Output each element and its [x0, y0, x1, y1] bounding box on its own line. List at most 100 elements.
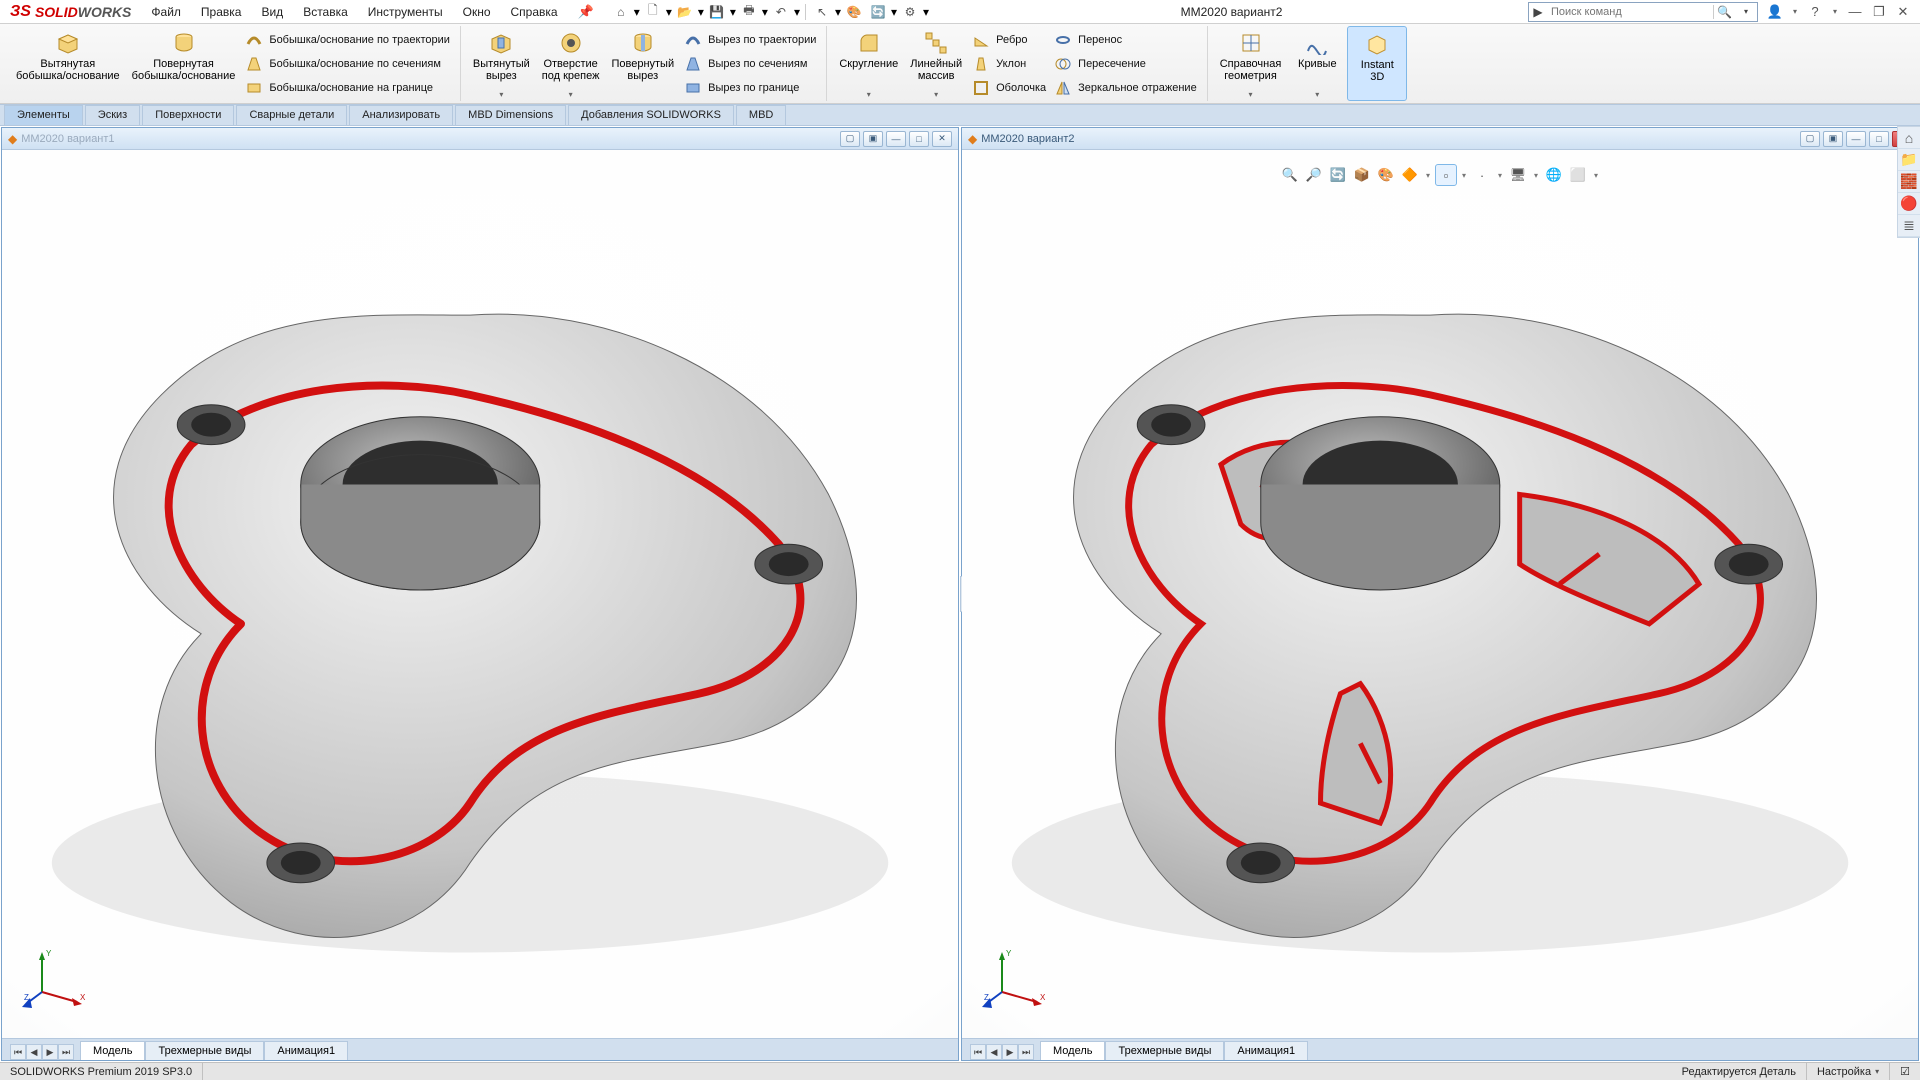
qa-save-arr[interactable]: ▾ [730, 5, 736, 19]
qa-rebuild-arr[interactable]: ▾ [891, 5, 897, 19]
cmtab-evaluate[interactable]: Анализировать [349, 105, 453, 125]
cmtab-mbddim[interactable]: MBD Dimensions [455, 105, 566, 125]
viewport-2[interactable]: 🔍 🔎 🔄 📦 🎨 🔶▾ ▫▾ ·▾ 🖥▾ 🌐 ⬜▾ [962, 150, 1918, 1038]
qa-undo-icon[interactable]: ↶ [770, 2, 792, 22]
dd[interactable]: ▾ [499, 90, 503, 99]
user-icon[interactable]: 👤 [1766, 3, 1784, 21]
taskpane-custom-icon[interactable]: ≣ [1898, 215, 1920, 237]
draft-button[interactable]: Уклон [972, 55, 1046, 73]
lofted-boss-button[interactable]: Бобышка/основание по сечениям [245, 55, 450, 73]
menu-insert[interactable]: Вставка [293, 2, 358, 22]
pane1-min[interactable]: — [886, 131, 906, 147]
command-search-input[interactable] [1547, 3, 1713, 21]
first[interactable]: ⏮ [10, 1044, 26, 1060]
qa-print-icon[interactable]: 🖶 [738, 2, 760, 22]
cmtab-elements[interactable]: Элементы [4, 105, 83, 125]
viewport-1[interactable]: YXZ [2, 150, 958, 1038]
qa-options-arr[interactable]: ▾ [923, 5, 929, 19]
pane1-titlebar[interactable]: ◆ ММ2020 вариант1 ▢ ▣ — □ ✕ [2, 128, 958, 150]
qa-home-icon[interactable]: ⌂ [610, 2, 632, 22]
close-button[interactable]: ✕ [1894, 3, 1912, 21]
dd[interactable]: ▾ [867, 90, 871, 99]
ltab-anim[interactable]: Анимация1 [1224, 1041, 1308, 1060]
pane2-btn-a[interactable]: ▢ [1800, 131, 1820, 147]
lofted-cut-button[interactable]: Вырез по сечениям [684, 55, 816, 73]
cmtab-surfaces[interactable]: Поверхности [142, 105, 234, 125]
curves-button[interactable]: Кривые ▾ [1287, 26, 1347, 101]
extruded-cut-button[interactable]: Вытянутыйвырез ▾ [467, 26, 536, 101]
help-dd[interactable]: ▾ [1830, 3, 1840, 21]
cmtab-sketch[interactable]: Эскиз [85, 105, 140, 125]
menu-help[interactable]: Справка [501, 2, 568, 22]
taskpane-home-icon[interactable]: ⌂ [1898, 127, 1920, 149]
minimize-button[interactable]: — [1846, 3, 1864, 21]
qa-home-arr[interactable]: ▾ [634, 5, 640, 19]
qa-options-icon[interactable]: ⚙ [899, 2, 921, 22]
cmtab-addins[interactable]: Добавления SOLIDWORKS [568, 105, 734, 125]
qa-print-arr[interactable]: ▾ [762, 5, 768, 19]
taskpane-palette-icon[interactable]: 🧱 [1898, 171, 1920, 193]
user-dd[interactable]: ▾ [1790, 3, 1800, 21]
cmtab-weldments[interactable]: Сварные детали [236, 105, 347, 125]
pane2-titlebar[interactable]: ◆ ММ2020 вариант2 ▢ ▣ — □ ✕ [962, 128, 1918, 150]
qa-undo-arr[interactable]: ▾ [794, 5, 800, 19]
dd[interactable]: ▾ [1248, 90, 1252, 99]
revolved-boss-button[interactable]: Повернутаябобышка/основание [126, 26, 242, 101]
first[interactable]: ⏮ [970, 1044, 986, 1060]
pane2-min[interactable]: — [1846, 131, 1866, 147]
help-icon[interactable]: ? [1806, 3, 1824, 21]
ltab-model[interactable]: Модель [80, 1041, 145, 1060]
search-icon[interactable]: 🔍 [1713, 5, 1735, 19]
fillet-button[interactable]: Скругление ▾ [833, 26, 904, 101]
qa-new-arr[interactable]: ▾ [666, 5, 672, 19]
swept-cut-button[interactable]: Вырез по траектории [684, 31, 816, 49]
taskpane-appearances-icon[interactable]: 🔴 [1898, 193, 1920, 215]
menu-view[interactable]: Вид [251, 2, 293, 22]
pin-toolbar-icon[interactable]: 📌 [568, 4, 604, 20]
taskpane-resources-icon[interactable]: 📁 [1898, 149, 1920, 171]
qa-save-icon[interactable]: 💾 [706, 2, 728, 22]
wrap-button[interactable]: Перенос [1054, 31, 1197, 49]
pane1-btn-a[interactable]: ▢ [840, 131, 860, 147]
status-tray-icon[interactable]: ☑ [1890, 1063, 1920, 1080]
menu-tools[interactable]: Инструменты [358, 2, 453, 22]
pane1-max[interactable]: □ [909, 131, 929, 147]
last[interactable]: ⏭ [1018, 1044, 1034, 1060]
boundary-boss-button[interactable]: Бобышка/основание на границе [245, 79, 450, 97]
search-dd[interactable]: ▾ [1735, 7, 1757, 16]
qa-select-icon[interactable]: ↖ [811, 2, 833, 22]
pane1-close[interactable]: ✕ [932, 131, 952, 147]
qa-open-arr[interactable]: ▾ [698, 5, 704, 19]
last[interactable]: ⏭ [58, 1044, 74, 1060]
status-custom[interactable]: Настройка▾ [1807, 1063, 1890, 1080]
pane1-btn-b[interactable]: ▣ [863, 131, 883, 147]
qa-open-icon[interactable]: 📂 [674, 2, 696, 22]
qa-select-arr[interactable]: ▾ [835, 5, 841, 19]
hole-wizard-button[interactable]: Отверстиепод крепеж ▾ [536, 26, 606, 101]
boundary-cut-button[interactable]: Вырез по границе [684, 79, 816, 97]
dd[interactable]: ▾ [1315, 90, 1319, 99]
dd[interactable]: ▾ [569, 90, 573, 99]
shell-button[interactable]: Оболочка [972, 79, 1046, 97]
pane2-btn-b[interactable]: ▣ [1823, 131, 1843, 147]
command-search[interactable]: ▶ 🔍 ▾ [1528, 2, 1758, 22]
rib-button[interactable]: Ребро [972, 31, 1046, 49]
mirror-button[interactable]: Зеркальное отражение [1054, 79, 1197, 97]
dd[interactable]: ▾ [934, 90, 938, 99]
ltab-model[interactable]: Модель [1040, 1041, 1105, 1060]
ltab-anim[interactable]: Анимация1 [264, 1041, 348, 1060]
ltab-3dviews[interactable]: Трехмерные виды [145, 1041, 264, 1060]
linear-pattern-button[interactable]: Линейныймассив ▾ [904, 26, 968, 101]
qa-colorize-icon[interactable]: 🎨 [843, 2, 865, 22]
swept-boss-button[interactable]: Бобышка/основание по траектории [245, 31, 450, 49]
instant3d-button[interactable]: Instant3D [1347, 26, 1407, 101]
prev[interactable]: ◀ [986, 1044, 1002, 1060]
next[interactable]: ▶ [42, 1044, 58, 1060]
cmtab-mbd[interactable]: MBD [736, 105, 786, 125]
pane2-max[interactable]: □ [1869, 131, 1889, 147]
next[interactable]: ▶ [1002, 1044, 1018, 1060]
prev[interactable]: ◀ [26, 1044, 42, 1060]
menu-file[interactable]: Файл [141, 2, 191, 22]
extruded-boss-button[interactable]: Вытянутаябобышка/основание [10, 26, 126, 101]
qa-rebuild-icon[interactable]: 🔄 [867, 2, 889, 22]
